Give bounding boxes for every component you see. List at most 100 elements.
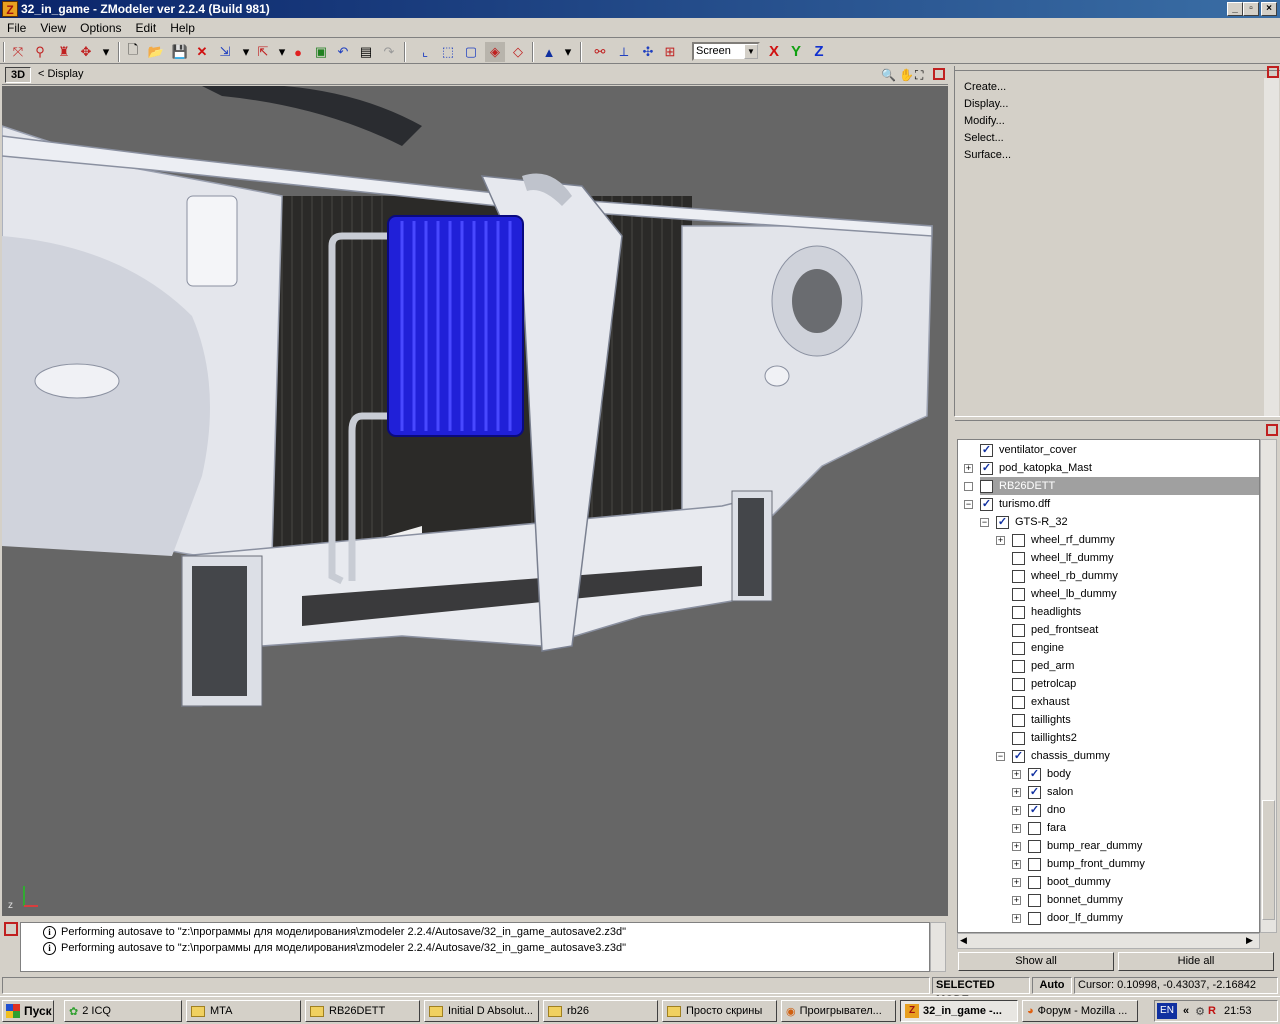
- show-hidden-icons[interactable]: «: [1183, 1005, 1189, 1017]
- properties-icon[interactable]: ▤: [356, 42, 376, 62]
- show-all-button[interactable]: Show all: [958, 952, 1114, 971]
- hierarchy-vertical-scrollbar[interactable]: [1260, 439, 1277, 933]
- display-breadcrumb[interactable]: < Display: [38, 68, 84, 80]
- visibility-checkbox[interactable]: ✓: [1012, 749, 1025, 763]
- visibility-checkbox[interactable]: ✓: [980, 461, 993, 475]
- display-command[interactable]: Display...: [964, 98, 1008, 110]
- visibility-checkbox[interactable]: [1012, 731, 1025, 745]
- select-tool-icon[interactable]: ⤧: [8, 42, 28, 62]
- zmodeler-app-icon[interactable]: Z: [2, 1, 18, 17]
- 3d-viewport[interactable]: z: [2, 86, 948, 916]
- visibility-checkbox[interactable]: [1012, 695, 1025, 709]
- task-folder[interactable]: Initial D Absolut...: [424, 1000, 539, 1022]
- visibility-checkbox[interactable]: ✓: [996, 515, 1009, 529]
- visibility-checkbox[interactable]: ✓: [980, 497, 993, 511]
- cube-view-icon[interactable]: ⬚: [438, 42, 458, 62]
- visibility-checkbox[interactable]: ✓: [1028, 803, 1041, 817]
- person-icon[interactable]: ♜: [54, 42, 74, 62]
- visibility-checkbox[interactable]: [980, 479, 993, 493]
- visibility-checkbox[interactable]: [1028, 875, 1041, 889]
- visibility-checkbox[interactable]: ✓: [980, 443, 993, 457]
- tree-expander-icon[interactable]: +: [1012, 805, 1021, 815]
- visibility-checkbox[interactable]: [1028, 911, 1041, 925]
- task-folder[interactable]: rb26: [543, 1000, 658, 1022]
- tree-row[interactable]: + fara: [1012, 819, 1259, 837]
- tree-expander-icon[interactable]: −: [996, 751, 1005, 761]
- visibility-checkbox[interactable]: [1028, 839, 1041, 853]
- tree-row[interactable]: − ✓ turismo.dff: [964, 495, 1259, 513]
- task-folder[interactable]: Просто скрины: [662, 1000, 777, 1022]
- menu-file[interactable]: File: [0, 21, 33, 35]
- tree-expander-icon[interactable]: +: [1012, 823, 1021, 833]
- tree-expander-icon[interactable]: +: [964, 481, 973, 491]
- dropdown-arrow-icon[interactable]: ▾: [558, 42, 578, 62]
- task-zmodeler[interactable]: Z 32_in_game -...: [900, 1000, 1018, 1022]
- box-view-icon[interactable]: ▢: [461, 42, 481, 62]
- new-file-icon[interactable]: 🗋: [123, 42, 143, 62]
- hierarchy-scroll-thumb[interactable]: [1262, 800, 1275, 920]
- visibility-checkbox[interactable]: [1028, 893, 1041, 907]
- undo-icon[interactable]: ↶: [333, 42, 353, 62]
- grid-icon[interactable]: ⊞: [660, 42, 680, 62]
- delete-icon[interactable]: ✕: [192, 42, 212, 62]
- visibility-checkbox[interactable]: [1012, 533, 1025, 547]
- export-icon[interactable]: ⇱: [253, 42, 273, 62]
- menu-view[interactable]: View: [33, 21, 73, 35]
- tree-expander-icon[interactable]: +: [1012, 877, 1021, 887]
- hierarchy-horizontal-scrollbar[interactable]: ◀ ▶: [957, 933, 1260, 949]
- title-bar[interactable]: Z 32_in_game - ZModeler ver 2.2.4 (Build…: [0, 0, 1280, 18]
- tree-row[interactable]: petrolcap: [1012, 675, 1259, 693]
- dropdown-arrow-icon[interactable]: ▾: [96, 42, 116, 62]
- tree-row[interactable]: wheel_lb_dummy: [1012, 585, 1259, 603]
- wire-mode-icon[interactable]: ◇: [508, 42, 528, 62]
- texture-icon[interactable]: ▣: [311, 42, 331, 62]
- tree-row[interactable]: ✓ ventilator_cover: [980, 441, 1259, 459]
- tree-row[interactable]: exhaust: [1012, 693, 1259, 711]
- hierarchy-tree[interactable]: ✓ ventilator_cover + ✓ pod_katopka_Mast + RB26…: [957, 439, 1260, 933]
- tree-expander-icon[interactable]: +: [1012, 769, 1021, 779]
- save-file-icon[interactable]: 💾: [170, 42, 190, 62]
- tree-row[interactable]: + door_lf_dummy: [1012, 909, 1259, 927]
- view-3d-button[interactable]: 3D: [5, 67, 31, 83]
- menu-edit[interactable]: Edit: [129, 21, 164, 35]
- chevron-down-icon[interactable]: ▼: [744, 44, 758, 59]
- start-button[interactable]: Пуск: [2, 1000, 54, 1022]
- tree-expander-icon[interactable]: +: [996, 535, 1005, 545]
- triangle-icon[interactable]: ▲: [539, 42, 559, 62]
- link-icon[interactable]: ⚯: [590, 42, 610, 62]
- tree-expander-icon[interactable]: −: [964, 499, 973, 509]
- tree-expander-icon[interactable]: +: [1012, 841, 1021, 851]
- auto-toggle[interactable]: Auto: [1032, 977, 1072, 994]
- scroll-left-icon[interactable]: ◀: [960, 935, 967, 946]
- select-point-icon[interactable]: ⚲: [30, 42, 50, 62]
- visibility-checkbox[interactable]: ✓: [1028, 785, 1041, 799]
- axis-x-button[interactable]: X: [764, 42, 784, 62]
- surface-command[interactable]: Surface...: [964, 149, 1011, 161]
- tree-row[interactable]: + wheel_rf_dummy: [996, 531, 1259, 549]
- task-media-player[interactable]: ◉ Проигрывател...: [781, 1000, 896, 1022]
- close-log-icon[interactable]: [4, 922, 18, 936]
- tree-row[interactable]: + bonnet_dummy: [1012, 891, 1259, 909]
- tree-row[interactable]: wheel_lf_dummy: [1012, 549, 1259, 567]
- tree-expander-icon[interactable]: +: [1012, 895, 1021, 905]
- tree-expander-icon[interactable]: +: [1012, 787, 1021, 797]
- axis-y-button[interactable]: Y: [786, 42, 806, 62]
- tree-row[interactable]: ped_frontseat: [1012, 621, 1259, 639]
- tree-row[interactable]: + boot_dummy: [1012, 873, 1259, 891]
- tree-row[interactable]: − ✓ GTS-R_32: [980, 513, 1259, 531]
- visibility-checkbox[interactable]: [1012, 569, 1025, 583]
- close-viewport-icon[interactable]: [933, 68, 945, 80]
- tree-expander-icon[interactable]: +: [1012, 913, 1021, 923]
- tree-expander-icon[interactable]: −: [980, 517, 989, 527]
- network-icon[interactable]: ⚙: [1195, 1005, 1205, 1018]
- tree-row[interactable]: headlights: [1012, 603, 1259, 621]
- hide-all-button[interactable]: Hide all: [1118, 952, 1274, 971]
- close-panel-icon[interactable]: [1267, 66, 1279, 78]
- antivirus-icon[interactable]: R: [1208, 1005, 1216, 1017]
- task-firefox[interactable]: ◕ Форум - Mozilla ...: [1022, 1000, 1138, 1022]
- language-indicator[interactable]: EN: [1157, 1003, 1177, 1019]
- menu-options[interactable]: Options: [73, 21, 128, 35]
- visibility-checkbox[interactable]: [1012, 623, 1025, 637]
- tree-row[interactable]: engine: [1012, 639, 1259, 657]
- open-file-icon[interactable]: 📂: [146, 42, 166, 62]
